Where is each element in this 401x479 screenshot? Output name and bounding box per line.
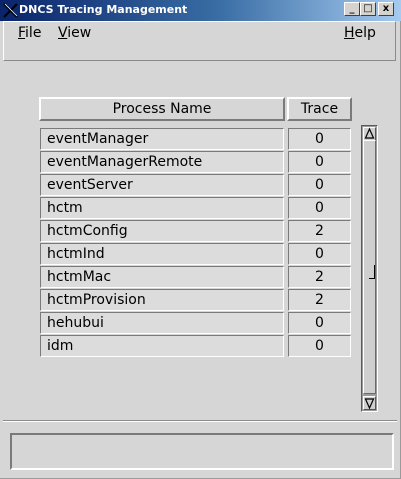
close-button[interactable]: x xyxy=(378,2,394,16)
menu-view-mnemonic: V xyxy=(58,25,68,41)
table-row-trace-value[interactable]: 0 xyxy=(288,128,351,150)
table-row-trace-value[interactable]: 0 xyxy=(288,243,351,265)
table-row-process-name[interactable]: hctm xyxy=(40,197,284,219)
table-row-trace-value[interactable]: 0 xyxy=(288,335,351,357)
column-header-trace[interactable]: Trace xyxy=(287,97,352,121)
menu-view-label: iew xyxy=(67,25,92,41)
table-row-trace-value[interactable]: 0 xyxy=(288,197,351,219)
menu-help[interactable]: Help xyxy=(344,25,376,41)
scrollbar-thumb[interactable] xyxy=(363,140,376,394)
table-row-trace-value[interactable]: 0 xyxy=(288,312,351,334)
table-row-trace-value[interactable]: 0 xyxy=(288,174,351,196)
table-row-process-name[interactable]: eventManagerRemote xyxy=(40,151,284,173)
table-row-process-name[interactable]: hehubui xyxy=(40,312,284,334)
arrow-down-icon[interactable] xyxy=(363,396,376,410)
menu-file[interactable]: File xyxy=(18,25,41,41)
menu-file-label: ile xyxy=(25,25,42,41)
minimize-button[interactable]: _ xyxy=(344,2,360,16)
table-row-process-name[interactable]: eventServer xyxy=(40,174,284,196)
table-row-process-name[interactable]: hctmMac xyxy=(40,266,284,288)
scrollbar-grip xyxy=(369,265,375,279)
table-row-trace-value[interactable]: 0 xyxy=(288,151,351,173)
menu-file-mnemonic: F xyxy=(18,25,26,41)
menu-help-mnemonic: H xyxy=(344,25,355,41)
table-row-trace-value[interactable]: 2 xyxy=(288,266,351,288)
separator xyxy=(3,420,397,422)
window-title: DNCS Tracing Management xyxy=(19,3,188,16)
vertical-scrollbar[interactable] xyxy=(361,125,378,412)
table-row-process-name[interactable]: hctmProvision xyxy=(40,289,284,311)
menu-view[interactable]: View xyxy=(58,25,91,41)
menu-help-label: elp xyxy=(354,25,376,41)
arrow-up-icon[interactable] xyxy=(363,127,376,141)
table-row-trace-value[interactable]: 2 xyxy=(288,220,351,242)
table-row-process-name[interactable]: idm xyxy=(40,335,284,357)
x-logo-icon xyxy=(3,3,18,18)
title-bar[interactable]: DNCS Tracing Management _ □ x xyxy=(0,0,401,21)
table-row-trace-value[interactable]: 2 xyxy=(288,289,351,311)
column-header-process-name[interactable]: Process Name xyxy=(39,97,285,121)
table-row-process-name[interactable]: eventManager xyxy=(40,128,284,150)
status-bar xyxy=(10,433,394,470)
table-row-process-name[interactable]: hctmConfig xyxy=(40,220,284,242)
maximize-button[interactable]: □ xyxy=(360,2,376,16)
app-window: DNCS Tracing Management _ □ x File View … xyxy=(0,0,401,479)
table-row-process-name[interactable]: hctmInd xyxy=(40,243,284,265)
